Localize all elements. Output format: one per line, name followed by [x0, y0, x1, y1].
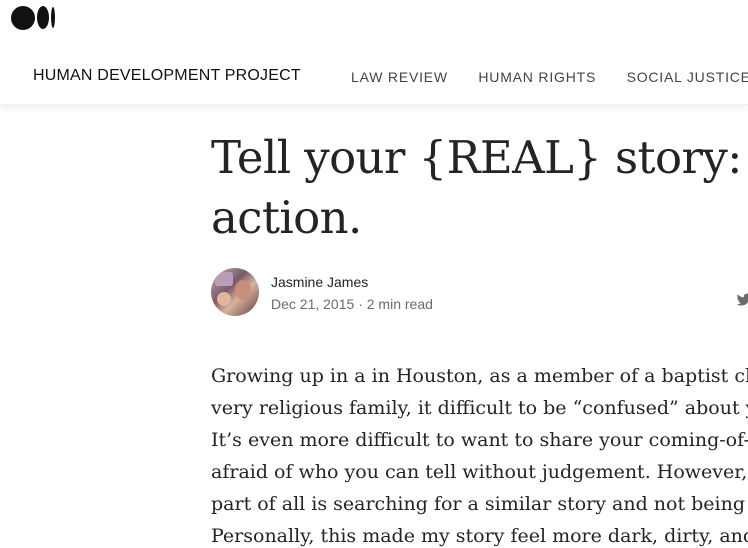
publication-name[interactable]: HUMAN DEVELOPMENT PROJECT [33, 67, 301, 85]
title-line: action. [211, 191, 362, 244]
body-line: It’s even more difficult to want to shar… [211, 429, 748, 451]
nav-law-review[interactable]: LAW REVIEW [351, 69, 448, 85]
body-line: Personally, this made my story feel more… [211, 525, 748, 547]
publication-header: HUMAN DEVELOPMENT PROJECT LAW REVIEW HUM… [0, 52, 748, 105]
top-bar [0, 0, 748, 40]
body-line: afraid of who you can tell without judge… [211, 461, 748, 483]
avatar[interactable] [211, 268, 259, 316]
publish-date: Dec 21, 2015 [271, 296, 355, 312]
publication-nav: LAW REVIEW HUMAN RIGHTS SOCIAL JUSTICE [351, 69, 748, 87]
medium-logo-icon[interactable] [11, 5, 57, 30]
twitter-icon[interactable] [736, 292, 748, 308]
title-line: Tell your {REAL} story: A [211, 131, 748, 184]
read-time: 2 min read [366, 296, 433, 312]
body-line: very religious family, it difficult to b… [211, 397, 748, 419]
author-block: Jasmine James Dec 21, 2015 · 2 min read [211, 268, 748, 318]
body-line: Growing up in a in Houston, as a member … [211, 365, 748, 387]
body-line: part of all is searching for a similar s… [211, 493, 748, 515]
article-meta: Dec 21, 2015 · 2 min read [271, 296, 433, 312]
meta-separator: · [358, 296, 367, 312]
page: HUMAN DEVELOPMENT PROJECT LAW REVIEW HUM… [0, 0, 748, 548]
author-name[interactable]: Jasmine James [271, 274, 368, 290]
article-body: Growing up in a in Houston, as a member … [211, 360, 748, 548]
nav-social-justice[interactable]: SOCIAL JUSTICE [627, 69, 748, 85]
article-title: Tell your {REAL} story: A action. [211, 128, 748, 248]
nav-human-rights[interactable]: HUMAN RIGHTS [478, 69, 596, 85]
